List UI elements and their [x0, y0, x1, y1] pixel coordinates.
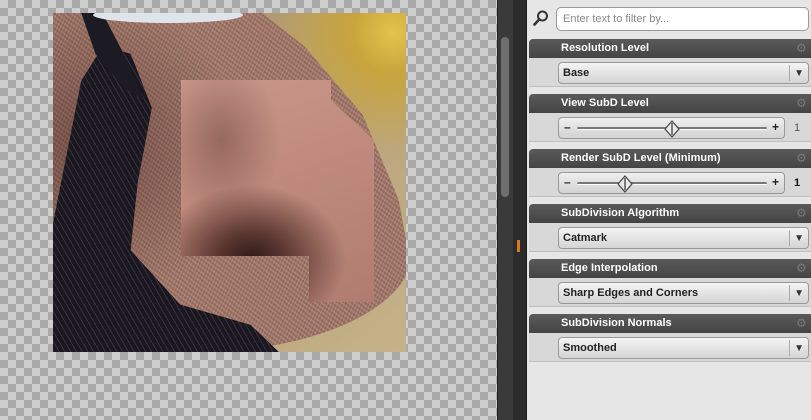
chevron-down-icon: ▼	[794, 233, 804, 244]
section-title: SubDivision Normals	[529, 314, 811, 333]
search-icon[interactable]	[531, 8, 551, 28]
section-title: Render SubD Level (Minimum)	[529, 149, 811, 168]
dropdown-separator	[789, 230, 790, 246]
increment-button[interactable]: +	[772, 175, 779, 189]
section-subdivision-normals: SubDivision Normals ⚙ Smoothed ▼	[529, 314, 811, 364]
render-preview-image	[53, 13, 406, 352]
dropdown-separator	[789, 340, 790, 356]
gear-icon[interactable]: ⚙	[796, 207, 809, 220]
dropdown-value: Catmark	[563, 232, 608, 244]
gear-icon[interactable]: ⚙	[796, 152, 809, 165]
section-view-subd-level: View SubD Level ⚙ – + 1	[529, 94, 811, 144]
section-title: SubDivision Algorithm	[529, 204, 811, 223]
slider-thumb[interactable]	[663, 120, 681, 138]
section-render-subd-level: Render SubD Level (Minimum) ⚙ – + 1	[529, 149, 811, 199]
dropdown-value: Sharp Edges and Corners	[563, 287, 699, 299]
splitter-marker	[517, 240, 520, 252]
view-subd-slider[interactable]: – +	[558, 117, 785, 139]
gear-icon[interactable]: ⚙	[796, 262, 809, 275]
filter-input[interactable]	[556, 7, 809, 31]
subdivision-algorithm-dropdown[interactable]: Catmark ▼	[558, 227, 809, 249]
slider-value[interactable]: 1	[787, 177, 807, 189]
dropdown-value: Smoothed	[563, 342, 617, 354]
parameters-panel: Resolution Level ⚙ Base ▼ View SubD Leve…	[527, 0, 811, 420]
chevron-down-icon: ▼	[794, 343, 804, 354]
render-subd-slider[interactable]: – +	[558, 172, 785, 194]
section-edge-interpolation: Edge Interpolation ⚙ Sharp Edges and Cor…	[529, 259, 811, 309]
section-title: Resolution Level	[529, 39, 811, 58]
decrement-button[interactable]: –	[564, 120, 571, 134]
section-body: Sharp Edges and Corners ▼	[529, 278, 811, 307]
section-resolution-level: Resolution Level ⚙ Base ▼	[529, 39, 811, 89]
resolution-level-dropdown[interactable]: Base ▼	[558, 62, 809, 84]
chevron-down-icon: ▼	[794, 288, 804, 299]
section-body: Smoothed ▼	[529, 333, 811, 362]
dropdown-value: Base	[563, 67, 590, 79]
gear-icon[interactable]: ⚙	[796, 42, 809, 55]
slider-value[interactable]: 1	[787, 122, 807, 134]
section-body: Base ▼	[529, 58, 811, 87]
gear-icon[interactable]: ⚙	[796, 317, 809, 330]
filter-row	[527, 4, 811, 32]
increment-button[interactable]: +	[772, 120, 779, 134]
section-title: Edge Interpolation	[529, 259, 811, 278]
dropdown-separator	[789, 285, 790, 301]
scrollbar-thumb[interactable]	[501, 37, 509, 197]
section-body: – + 1	[529, 113, 811, 142]
section-subdivision-algorithm: SubDivision Algorithm ⚙ Catmark ▼	[529, 204, 811, 254]
gear-icon[interactable]: ⚙	[796, 97, 809, 110]
slider-thumb[interactable]	[616, 175, 634, 193]
panel-divider[interactable]	[513, 0, 527, 420]
viewport-canvas[interactable]	[0, 0, 497, 420]
decrement-button[interactable]: –	[564, 175, 571, 189]
section-body: – + 1	[529, 168, 811, 197]
edge-interpolation-dropdown[interactable]: Sharp Edges and Corners ▼	[558, 282, 809, 304]
subdivision-normals-dropdown[interactable]: Smoothed ▼	[558, 337, 809, 359]
section-title: View SubD Level	[529, 94, 811, 113]
chevron-down-icon: ▼	[794, 68, 804, 79]
slider-track[interactable]	[577, 182, 767, 185]
section-body: Catmark ▼	[529, 223, 811, 252]
dropdown-separator	[789, 65, 790, 81]
